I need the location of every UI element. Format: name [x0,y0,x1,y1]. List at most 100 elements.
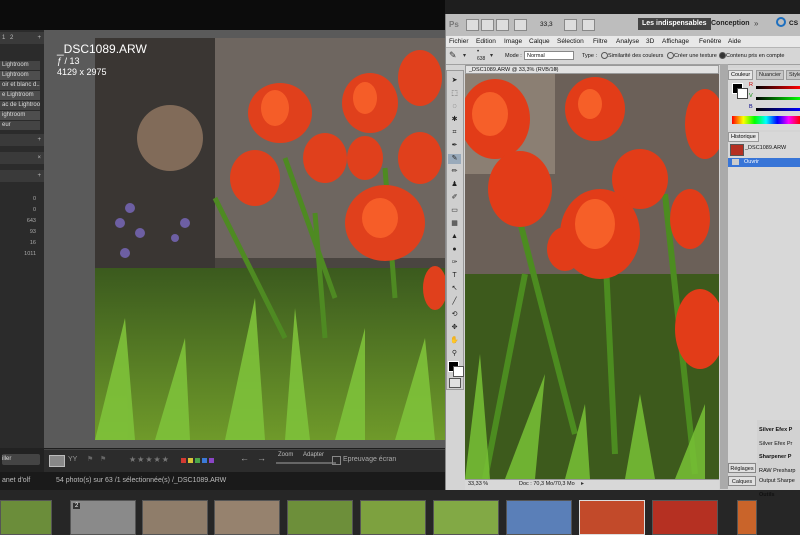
3d-rotate-tool-icon[interactable]: ⟲ [448,310,461,320]
quick-mask-icon[interactable] [449,378,461,388]
plugin-group-silver-efex[interactable]: Silver Efex P [759,427,792,434]
zoom-slider[interactable] [276,462,336,464]
preset-item[interactable]: oir et blanc d... [0,81,40,90]
menu-aide[interactable]: Aide [728,37,741,46]
color-label-blue[interactable] [202,458,207,463]
fit-label[interactable]: Adapter [303,452,324,458]
menu-image[interactable]: Image [504,37,522,46]
filmstrip-thumbnail[interactable] [142,500,208,535]
preset-item[interactable]: Lightroom [0,61,40,70]
plugin-group-outils[interactable]: Outils [759,492,775,499]
presets-header[interactable]: 1 2 + [0,32,44,44]
preset-item[interactable]: Lightroom [0,71,40,80]
extras-icon[interactable] [496,19,509,31]
add-collection-icon[interactable]: + [37,170,41,182]
tab-nuancier[interactable]: Nuancier [756,70,785,80]
flag-icon[interactable]: ⚑ [87,455,93,463]
history-state-open[interactable]: Ouvrir [728,158,800,167]
filmstrip-thumbnail-selected[interactable] [579,500,645,535]
brush-picker-arrow-icon[interactable]: ▾ [490,52,493,59]
plugin-group-sharpener[interactable]: Sharpener P [759,454,791,461]
filmstrip-thumbnail[interactable] [652,500,718,535]
tool-preset-arrow-icon[interactable]: ▾ [463,52,466,59]
channel-r-slider[interactable] [756,86,800,89]
workspace-design-button[interactable]: Conception [711,20,750,27]
layers-button[interactable]: Calques [728,476,756,486]
next-arrow-icon[interactable]: → [257,453,266,463]
color-ramp[interactable] [732,116,800,124]
selection-count[interactable]: 54 photo(s) sur 63 /1 sélectionnée(s) /_… [56,477,226,484]
clone-stamp-tool-icon[interactable]: ♟ [448,180,461,190]
mode-select[interactable]: Normal [524,51,574,60]
gradient-tool-icon[interactable]: ▦ [448,219,461,229]
quick-selection-tool-icon[interactable]: ✱ [448,115,461,125]
3d-orbit-tool-icon[interactable]: ✥ [448,323,461,333]
preset-item[interactable]: ac de Lightroo... [0,101,40,110]
hand-tool-icon-2[interactable]: ✋ [448,336,461,346]
channel-v-slider[interactable] [756,97,800,100]
color-label-red[interactable] [181,458,186,463]
status-zoom[interactable]: 33,33 % [468,481,488,487]
menu-analyse[interactable]: Analyse [616,37,639,46]
blur-tool-icon[interactable]: ▲ [448,232,461,242]
brush-size[interactable]: 638 [477,56,485,62]
type-tool-icon[interactable]: T [448,271,461,281]
menu-3d[interactable]: 3D [646,37,654,46]
history-brush-tool-icon[interactable]: ✐ [448,193,461,203]
brush-tool-icon[interactable]: ✏ [448,167,461,177]
filmstrip-thumbnail[interactable] [506,500,572,535]
bottom-button[interactable]: iller [2,454,40,465]
shape-tool-icon[interactable]: ╱ [448,297,461,307]
collections-header[interactable]: + [0,170,44,182]
arrange-documents-icon[interactable] [564,19,577,31]
close-icon[interactable]: × [37,152,41,164]
brush-tip-icon[interactable]: • [477,49,479,55]
status-doc-size[interactable]: Doc : 70,3 Mo/70,3 Mo [519,481,575,487]
tab-historique[interactable]: Historique [728,132,759,142]
add-preset-icon[interactable]: + [37,32,41,44]
background-color-swatch[interactable] [453,366,464,377]
menu-fichier[interactable]: Fichier [449,37,469,46]
dodge-tool-icon[interactable]: ● [448,245,461,255]
collapsed-dock[interactable] [720,64,728,489]
filmstrip-thumbnail[interactable] [737,500,757,535]
filmstrip-thumbnail[interactable] [433,500,499,535]
menu-affichage[interactable]: Affichage [662,37,689,46]
zoom-level[interactable]: 33,3 [540,21,553,28]
star-rating-icon[interactable]: ★★★★★ [129,455,170,464]
menu-calque[interactable]: Calque [529,37,550,46]
lasso-tool-icon[interactable]: ◌ [448,102,461,112]
create-texture-radio[interactable] [667,52,674,59]
eraser-tool-icon[interactable]: ▭ [448,206,461,216]
color-labels[interactable] [181,458,214,465]
preset-item[interactable]: ightroom [0,111,40,120]
cs-live-icon[interactable] [776,17,786,27]
menu-selection[interactable]: Sélection [557,37,584,46]
workspace-essentials-button[interactable]: Les indispensables [638,18,711,30]
crop-tool-icon[interactable]: ⌗ [448,128,461,138]
spot-healing-tool-icon[interactable]: ✎ [448,154,461,164]
adjustments-button[interactable]: Réglages [728,463,756,473]
tab-style[interactable]: Style [786,70,800,80]
color-label-green[interactable] [195,458,200,463]
document-close-icon[interactable]: × [554,66,558,74]
zoom-tool-icon[interactable]: ⚲ [448,349,461,359]
cs-live-label[interactable]: CS [789,20,798,27]
minibridge-icon[interactable] [481,19,494,31]
preset-item[interactable]: eur [0,121,40,130]
history-header[interactable]: × [0,152,44,164]
catalog-name[interactable]: anet d'olf [2,477,30,484]
document-tab[interactable]: _DSC1089.ARW @ 33,3% (RVB/16) × [465,65,719,74]
filmstrip-thumbnail[interactable]: 2 [70,500,136,535]
previous-arrow-icon[interactable]: ← [240,453,249,463]
menu-filtre[interactable]: Filtre [593,37,607,46]
tab-couleur[interactable]: Couleur [728,70,754,80]
history-snapshot-thumbnail[interactable] [730,144,744,156]
plugin-raw-presharpener[interactable]: RAW Presharp [759,468,795,475]
marquee-tool-icon[interactable]: ⬚ [448,89,461,99]
bridge-icon[interactable] [466,19,479,31]
menu-edition[interactable]: Edition [476,37,496,46]
plugin-output-sharpener[interactable]: Output Sharpe [759,478,795,485]
reject-flag-icon[interactable]: ⚑ [100,455,106,463]
menu-fenetre[interactable]: Fenêtre [699,37,721,46]
